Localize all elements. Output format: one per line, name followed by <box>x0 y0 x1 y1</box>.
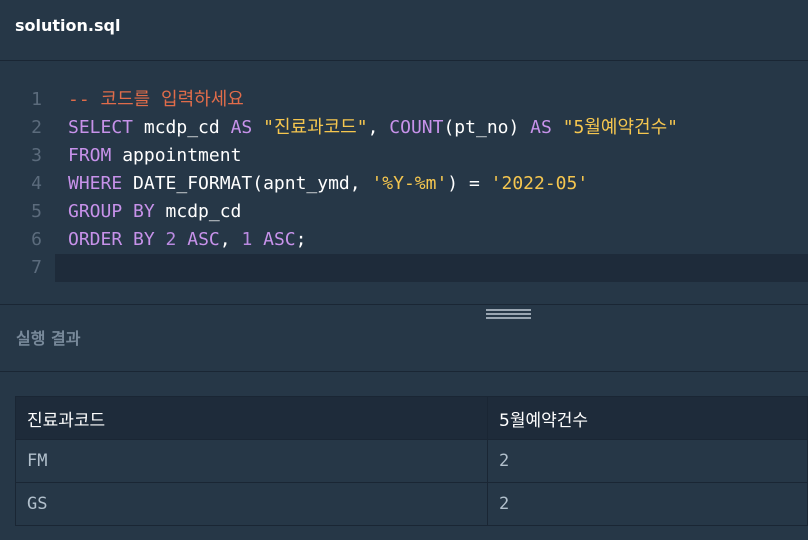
line-number: 6 <box>31 229 42 250</box>
code-line[interactable]: 5 GROUP BY mcdp_cd <box>0 198 808 226</box>
code-token: ) = <box>447 173 491 194</box>
line-number: 3 <box>31 145 42 166</box>
result-table: 진료과코드 5월예약건수 FM 2 GS 2 <box>15 396 808 526</box>
file-tab-title[interactable]: solution.sql <box>15 16 120 35</box>
code-text[interactable]: FROM appointment <box>68 142 241 170</box>
result-divider <box>0 371 808 372</box>
table-cell: 2 <box>487 439 808 483</box>
table-row: FM 2 <box>15 439 808 483</box>
code-token: GROUP BY <box>68 201 155 222</box>
line-number: 2 <box>31 117 42 138</box>
code-token: WHERE <box>68 173 123 194</box>
table-header-row: 진료과코드 5월예약건수 <box>15 396 808 440</box>
code-token: 1 <box>241 229 253 250</box>
line-number: 7 <box>31 257 42 278</box>
code-token: mcdp_cd <box>133 117 231 138</box>
code-token: ; <box>295 229 307 250</box>
code-token: "진료과코드" <box>263 117 368 138</box>
code-token: FROM <box>68 145 112 166</box>
column-header: 진료과코드 <box>15 396 488 440</box>
editor-tab-bar: solution.sql <box>0 0 808 61</box>
code-token: DATE_FORMAT(apnt_ymd, <box>122 173 372 194</box>
code-token: -- 코드를 입력하세요 <box>68 89 244 110</box>
code-token: , <box>367 117 390 138</box>
column-header: 5월예약건수 <box>487 396 808 440</box>
code-line[interactable]: 2 SELECT mcdp_cd AS "진료과코드", COUNT(pt_no)… <box>0 114 808 142</box>
code-token: SELECT <box>68 117 134 138</box>
table-cell: FM <box>15 439 488 483</box>
code-token: appointment <box>111 145 242 166</box>
code-token: 2 <box>165 229 177 250</box>
code-text[interactable]: ORDER BY 2 ASC, 1 ASC; <box>68 226 306 254</box>
code-line[interactable]: 6 ORDER BY 2 ASC, 1 ASC; <box>0 226 808 254</box>
line-number: 4 <box>31 173 42 194</box>
code-line[interactable]: 4 WHERE DATE_FORMAT(apnt_ymd, '%Y-%m') = … <box>0 170 808 198</box>
code-token: ASC <box>187 229 220 250</box>
code-editor[interactable]: 1 -- 코드를 입력하세요 2 SELECT mcdp_cd AS "진료과코드",… <box>0 61 808 304</box>
code-text[interactable]: WHERE DATE_FORMAT(apnt_ymd, '%Y-%m') = '… <box>68 170 588 198</box>
code-token: , <box>219 229 242 250</box>
code-token: mcdp_cd <box>154 201 242 222</box>
result-header: 실행 결과 <box>16 329 81 348</box>
code-line[interactable]: 3 FROM appointment <box>0 142 808 170</box>
table-row: GS 2 <box>15 482 808 526</box>
code-text[interactable]: GROUP BY mcdp_cd <box>68 198 241 226</box>
code-token: (pt_no) <box>443 117 531 138</box>
code-token: AS <box>230 117 253 138</box>
code-token: COUNT <box>389 117 444 138</box>
table-cell: 2 <box>487 482 808 526</box>
code-line[interactable]: 1 -- 코드를 입력하세요 <box>0 86 808 114</box>
line-number: 5 <box>31 201 42 222</box>
code-line[interactable]: 7 <box>31 254 808 282</box>
line-number: 1 <box>31 89 42 110</box>
panel-resize-handle-icon[interactable] <box>486 309 531 321</box>
code-token: AS <box>530 117 552 138</box>
code-token: ORDER BY <box>68 229 155 250</box>
code-text[interactable]: -- 코드를 입력하세요 <box>68 86 244 114</box>
code-token: '2022-05' <box>490 173 589 194</box>
code-token: "5월예약건수" <box>562 117 679 138</box>
code-token: ASC <box>263 229 296 250</box>
table-cell: GS <box>15 482 488 526</box>
code-token: '%Y-%m' <box>371 173 448 194</box>
code-text[interactable]: SELECT mcdp_cd AS "진료과코드", COUNT(pt_no) … <box>68 114 678 142</box>
panel-divider <box>0 304 808 305</box>
